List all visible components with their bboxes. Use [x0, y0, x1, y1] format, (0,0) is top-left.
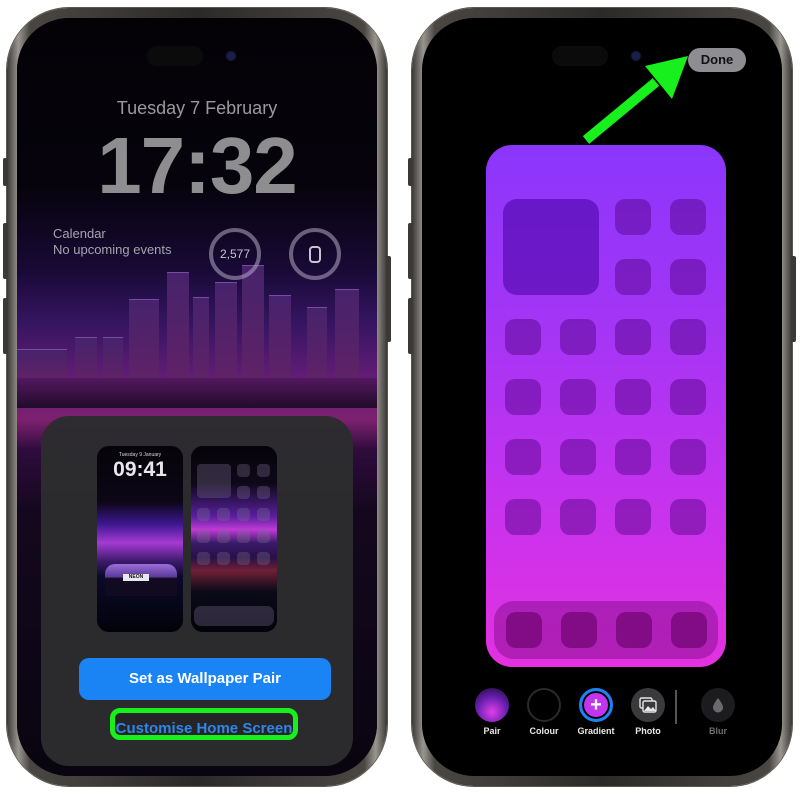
arrow-shaft — [582, 78, 660, 144]
annotation-arrow — [582, 56, 688, 144]
arrow-head — [645, 56, 688, 99]
